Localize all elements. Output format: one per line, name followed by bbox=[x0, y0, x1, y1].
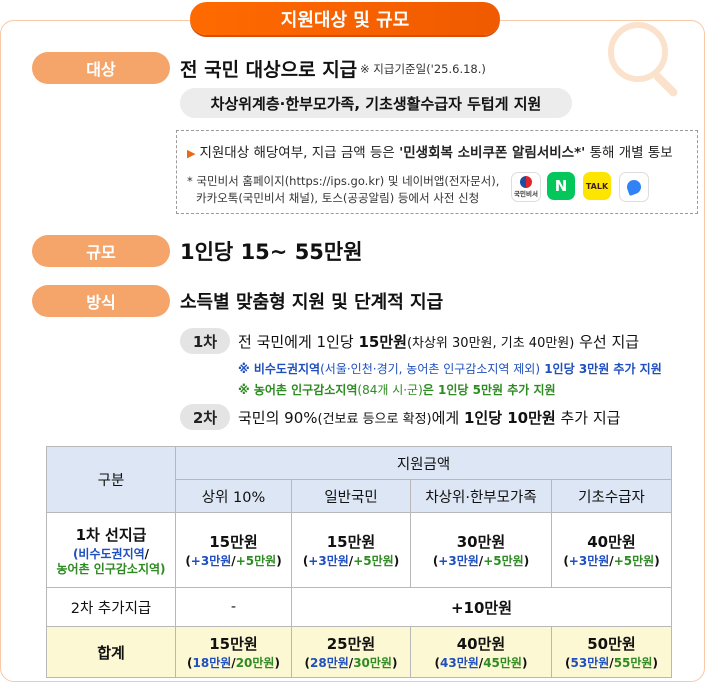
round2-text: 국민의 90%(건보료 등으로 확정)에게 1인당 10만원 추가 지급 bbox=[238, 407, 620, 428]
round2-text-a: 국민의 90% bbox=[238, 409, 318, 427]
cell-add-a: +3만원 bbox=[438, 554, 479, 568]
round1-text-d: 우선 지급 bbox=[574, 333, 640, 351]
round2-text-e: 추가 지급 bbox=[555, 409, 621, 427]
row1-label-cell: 1차 선지급 (비수도권지역/ 농어촌 인구감소지역) bbox=[46, 512, 176, 588]
scale-label: 규모 bbox=[32, 235, 170, 267]
target-emphasis: 차상위계층·한부모가족, 기초생활수급자 두텁게 지원 bbox=[180, 88, 572, 118]
notice-service-name: '민생회복 소비쿠폰 알림서비스*' bbox=[399, 145, 586, 161]
cell-main: 30만원 bbox=[456, 533, 506, 551]
cell-main: 50만원 bbox=[587, 635, 636, 653]
apply-line-1: * 국민비서 홈페이지(https://ips.go.kr) 및 네이버앱(전자… bbox=[187, 174, 500, 188]
cell-add-a: +3만원 bbox=[568, 554, 610, 568]
table-row: 1차 선지급 (비수도권지역/ 농어촌 인구감소지역) 15만원 (+3만원/+5… bbox=[46, 512, 672, 588]
cell-main: 25만원 bbox=[326, 635, 376, 653]
row3-cell-2: 25만원 (28만원/30만원) bbox=[291, 626, 411, 678]
cell-add-b: +5만원 bbox=[483, 554, 524, 568]
cell-total-a: 43만원 bbox=[440, 656, 479, 670]
cell-main: 15만원 bbox=[209, 635, 258, 653]
row1-sub-blue: (비수도권지역 bbox=[72, 546, 145, 561]
row3-cell-4: 50만원 (53만원/55만원) bbox=[551, 626, 672, 678]
row2-cell-first: - bbox=[175, 587, 292, 627]
header-col-2: 일반국민 bbox=[291, 479, 411, 513]
row1-cell-3: 30만원 (+3만원/+5만원) bbox=[410, 512, 552, 588]
table-header-row-1: 구분 지원금액 bbox=[46, 446, 672, 513]
apply-note: * 국민비서 홈페이지(https://ips.go.kr) 및 네이버앱(전자… bbox=[187, 173, 499, 207]
round1-amount: 15만원 bbox=[358, 333, 407, 351]
round1-label: 1차 bbox=[180, 328, 230, 354]
cell-total-a: 28만원 bbox=[310, 656, 349, 670]
round1-text-a: 전 국민에게 1인당 bbox=[238, 333, 359, 351]
target-date-note: ※ 지급기준일('25.6.18.) bbox=[360, 62, 486, 76]
round2-text-c: 에게 bbox=[431, 409, 464, 427]
row3-label: 합계 bbox=[46, 626, 176, 678]
row3-cell-1: 15만원 (18만원/20만원) bbox=[175, 626, 292, 678]
method-heading: 소득별 맞춤형 지원 및 단계적 지급 bbox=[180, 292, 444, 313]
target-heading: 전 국민 대상으로 지급 bbox=[180, 59, 358, 81]
method-label: 방식 bbox=[32, 285, 170, 317]
note1-a: ※ 비수도권지역 bbox=[238, 362, 321, 376]
toss-icon bbox=[619, 172, 649, 202]
round1-detail: (차상위 30만원, 기초 40만원) bbox=[406, 336, 575, 351]
apply-line-2: 카카오톡(국민비서 채널), 토스(공공알림) 등에서 사전 신청 bbox=[196, 191, 480, 205]
cell-add-b: +5만원 bbox=[235, 554, 277, 568]
gov-secretary-icon: 국민비서 bbox=[511, 172, 541, 202]
row1-sub-green: 농어촌 인구감소지역) bbox=[56, 561, 166, 576]
row1-cell-1: 15만원 (+3만원/+5만원) bbox=[175, 512, 292, 588]
cell-add-a: +3만원 bbox=[190, 554, 232, 568]
table-row: 2차 추가지급 - +10만원 bbox=[46, 587, 672, 627]
row1-cell-4: 40만원 (+3만원/+5만원) bbox=[551, 512, 672, 588]
notice-prefix: 지원대상 해당여부, 지급 금액 등은 bbox=[199, 145, 400, 161]
triangle-bullet-icon: ▶ bbox=[187, 147, 196, 160]
notice-line: ▶ 지원대상 해당여부, 지급 금액 등은 '민생회복 소비쿠폰 알림서비스*' … bbox=[187, 141, 673, 161]
notice-box: ▶ 지원대상 해당여부, 지급 금액 등은 '민생회복 소비쿠폰 알림서비스*' … bbox=[176, 130, 698, 214]
gov-secretary-label: 국민비서 bbox=[514, 190, 538, 198]
header-col-4: 기초수급자 bbox=[551, 479, 672, 513]
round2-detail: (건보료 등으로 확정) bbox=[317, 412, 432, 427]
cell-total-a: 53만원 bbox=[570, 656, 610, 670]
round1-text: 전 국민에게 1인당 15만원(차상위 30만원, 기초 40만원) 우선 지급 bbox=[238, 331, 639, 352]
support-table: 구분 지원금액 상위 10% 일반국민 차상위·한부모가족 기초수급자 1차 선… bbox=[46, 446, 672, 678]
header-category: 구분 bbox=[46, 446, 176, 513]
header-col-1: 상위 10% bbox=[175, 479, 292, 513]
cell-total-b: 20만원 bbox=[235, 656, 275, 670]
cell-total-b: 30만원 bbox=[353, 656, 392, 670]
cell-main: 15만원 bbox=[209, 533, 258, 551]
cell-add-b: +5만원 bbox=[613, 554, 655, 568]
cell-total-b: 45만원 bbox=[483, 656, 522, 670]
cell-add-a: +3만원 bbox=[308, 554, 349, 568]
naver-icon: N bbox=[547, 172, 575, 200]
cell-total-a: 18만원 bbox=[192, 656, 232, 670]
row3-cell-3: 40만원 (43만원/45만원) bbox=[410, 626, 552, 678]
note2-b: (84개 시·군) bbox=[357, 383, 423, 397]
cell-total-b: 55만원 bbox=[613, 656, 653, 670]
header-group: 지원금액 bbox=[175, 446, 672, 480]
note2-c: 은 1인당 5만원 추가 지원 bbox=[422, 383, 556, 397]
notice-suffix: 통해 개별 통보 bbox=[585, 145, 673, 161]
cell-add-b: +5만원 bbox=[353, 554, 394, 568]
header-col-3: 차상위·한부모가족 bbox=[410, 479, 552, 513]
note2-a: ※ 농어촌 인구감소지역 bbox=[238, 383, 358, 397]
row1-cell-2: 15만원 (+3만원/+5만원) bbox=[291, 512, 411, 588]
row2-cell-rest: +10만원 bbox=[291, 587, 672, 627]
cell-main: 40만원 bbox=[456, 635, 506, 653]
note1-c: 1인당 3만원 추가 지원 bbox=[540, 362, 662, 376]
row1-label: 1차 선지급 bbox=[75, 525, 147, 544]
table-row: 합계 15만원 (18만원/20만원) 25만원 (28만원/30만원) 40만원(… bbox=[46, 626, 672, 678]
round2-amount: 1인당 10만원 bbox=[463, 409, 556, 427]
note1-b: (서울·인천·경기, 농어촌 인구감소지역 제외) bbox=[320, 362, 541, 376]
scale-heading: 1인당 15~ 55만원 bbox=[180, 240, 363, 264]
round1-note-1: ※ 비수도권지역(서울·인천·경기, 농어촌 인구감소지역 제외) 1인당 3만… bbox=[238, 360, 662, 377]
row2-label: 2차 추가지급 bbox=[46, 587, 176, 627]
section-title: 지원대상 및 규모 bbox=[190, 2, 500, 35]
cell-main: 15만원 bbox=[326, 533, 376, 551]
round2-label: 2차 bbox=[180, 404, 230, 430]
round1-note-2: ※ 농어촌 인구감소지역(84개 시·군)은 1인당 5만원 추가 지원 bbox=[238, 381, 556, 398]
kakaotalk-icon: TALK bbox=[583, 172, 611, 200]
target-label: 대상 bbox=[32, 52, 170, 84]
cell-main: 40만원 bbox=[587, 533, 636, 551]
row1-sub-slash: / bbox=[144, 546, 150, 561]
